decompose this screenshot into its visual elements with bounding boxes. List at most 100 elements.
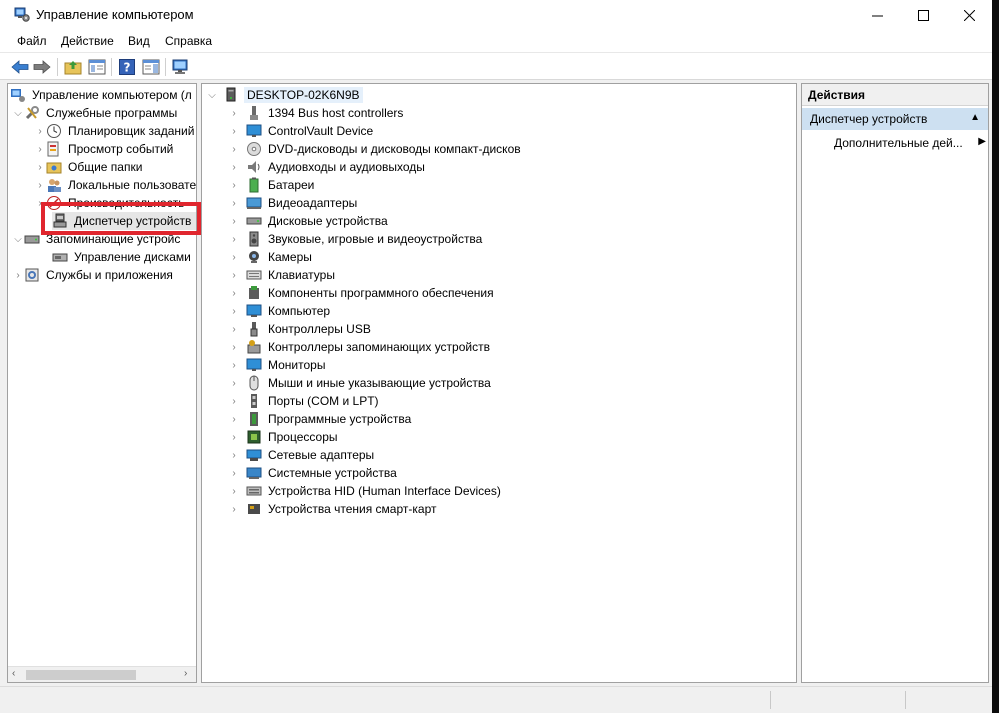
- device-category-label: Компьютер: [268, 304, 331, 318]
- chevron-down-icon[interactable]: ⌵: [12, 104, 24, 122]
- more-actions-item[interactable]: Дополнительные дей... ▶: [834, 136, 986, 150]
- chevron-right-icon[interactable]: ›: [228, 230, 240, 248]
- device-category-item[interactable]: › Устройства чтения смарт-карт: [228, 500, 438, 518]
- chevron-right-icon[interactable]: ›: [228, 302, 240, 320]
- horizontal-scrollbar[interactable]: ‹ ›: [8, 666, 196, 682]
- tree-item-services[interactable]: › Службы и приложения: [12, 266, 175, 284]
- cpu-icon: [247, 430, 261, 444]
- device-category-item[interactable]: › Порты (COM и LPT): [228, 392, 381, 410]
- chevron-right-icon[interactable]: ›: [12, 266, 24, 284]
- menu-file[interactable]: Файл: [17, 34, 47, 48]
- device-category-item[interactable]: › DVD-дисководы и дисководы компакт-диско…: [228, 140, 523, 158]
- tree-item-event-viewer[interactable]: › Просмотр событий: [34, 140, 175, 158]
- chevron-right-icon[interactable]: ›: [228, 284, 240, 302]
- menu-action[interactable]: Действие: [61, 34, 114, 48]
- back-button[interactable]: [10, 57, 30, 77]
- tree-item-system-tools[interactable]: ⌵ Служебные программы: [12, 104, 179, 122]
- device-category-item[interactable]: › Компоненты программного обеспечения: [228, 284, 496, 302]
- scan-hardware-button[interactable]: [171, 57, 191, 77]
- storage-icon: [24, 235, 40, 244]
- tree-item-task-scheduler[interactable]: › Планировщик заданий: [34, 122, 196, 140]
- chevron-right-icon[interactable]: ›: [228, 104, 240, 122]
- software-component-icon: [249, 286, 259, 299]
- device-category-item[interactable]: › 1394 Bus host controllers: [228, 104, 405, 122]
- chevron-right-icon[interactable]: ›: [34, 158, 46, 176]
- forward-button[interactable]: [32, 57, 52, 77]
- device-category-item[interactable]: › Видеоадаптеры: [228, 194, 359, 212]
- device-category-item[interactable]: › Сетевые адаптеры: [228, 446, 376, 464]
- device-tree-pane[interactable]: ⌵ DESKTOP-02K6N9B › 1394 Bus host control…: [201, 83, 797, 683]
- disk-icon: [246, 217, 262, 225]
- computer-management-icon: [11, 89, 25, 102]
- chevron-right-icon[interactable]: ›: [228, 320, 240, 338]
- chevron-right-icon[interactable]: ›: [34, 176, 46, 194]
- scroll-right-icon[interactable]: ›: [184, 668, 187, 679]
- chevron-right-icon[interactable]: ›: [228, 374, 240, 392]
- chevron-right-icon[interactable]: ›: [228, 410, 240, 428]
- maximize-button[interactable]: [900, 0, 946, 30]
- show-hide-action-pane-button[interactable]: [141, 57, 161, 77]
- chevron-right-icon[interactable]: ›: [228, 356, 240, 374]
- menu-view[interactable]: Вид: [128, 34, 150, 48]
- device-category-label: Камеры: [268, 250, 312, 264]
- console-tree-pane[interactable]: Управление компьютером (л ⌵ Служебные пр…: [7, 83, 197, 683]
- tree-item-disk-management[interactable]: Управление дисками: [52, 248, 193, 266]
- collapse-up-icon[interactable]: ▲: [970, 112, 980, 123]
- device-category-item[interactable]: › Звуковые, игровые и видеоустройства: [228, 230, 484, 248]
- device-category-item[interactable]: › Программные устройства: [228, 410, 413, 428]
- chevron-down-icon[interactable]: ⌵: [206, 86, 218, 104]
- status-bar: [0, 686, 992, 713]
- tree-item-shared-folders[interactable]: › Общие папки: [34, 158, 144, 176]
- help-button[interactable]: ?: [117, 57, 137, 77]
- scrollbar-thumb[interactable]: [26, 670, 136, 680]
- device-category-item[interactable]: › Камеры: [228, 248, 314, 266]
- tree-item-root[interactable]: Управление компьютером (л: [10, 86, 194, 104]
- computer-management-window: Управление компьютером Файл Действие Вид…: [0, 0, 992, 713]
- back-arrow-icon: [11, 60, 29, 74]
- chevron-right-icon[interactable]: ›: [228, 266, 240, 284]
- device-category-item[interactable]: › ControlVault Device: [228, 122, 375, 140]
- device-category-item[interactable]: › Мыши и иные указывающие устройства: [228, 374, 493, 392]
- device-category-label: Контроллеры запоминающих устройств: [268, 340, 490, 354]
- chevron-right-icon[interactable]: ›: [228, 446, 240, 464]
- device-category-item[interactable]: › Мониторы: [228, 356, 327, 374]
- minimize-button[interactable]: [854, 0, 900, 30]
- device-category-item[interactable]: › Клавиатуры: [228, 266, 337, 284]
- device-category-item[interactable]: › Компьютер: [228, 302, 332, 320]
- chevron-right-icon[interactable]: ›: [228, 122, 240, 140]
- tree-item-local-users[interactable]: › Локальные пользовате: [34, 176, 196, 194]
- chevron-right-icon[interactable]: ›: [228, 140, 240, 158]
- device-category-item[interactable]: › Контроллеры запоминающих устройств: [228, 338, 492, 356]
- up-one-level-button[interactable]: [63, 57, 83, 77]
- menu-help[interactable]: Справка: [165, 34, 212, 48]
- chevron-right-icon[interactable]: ›: [228, 338, 240, 356]
- device-category-item[interactable]: › Устройства HID (Human Interface Devices…: [228, 482, 503, 500]
- chevron-right-icon[interactable]: ›: [228, 248, 240, 266]
- chevron-right-icon[interactable]: ›: [34, 140, 46, 158]
- chevron-right-icon[interactable]: ›: [228, 482, 240, 500]
- chevron-right-icon[interactable]: ›: [228, 212, 240, 230]
- device-category-item[interactable]: › Процессоры: [228, 428, 340, 446]
- device-category-item[interactable]: › Дисковые устройства: [228, 212, 390, 230]
- chevron-down-icon[interactable]: ⌵: [12, 230, 24, 248]
- chevron-right-icon[interactable]: ›: [34, 122, 46, 140]
- chevron-right-icon[interactable]: ›: [228, 428, 240, 446]
- device-tree-root[interactable]: ⌵ DESKTOP-02K6N9B: [206, 86, 363, 104]
- device-category-item[interactable]: › Батареи: [228, 176, 316, 194]
- device-category-item[interactable]: › Контроллеры USB: [228, 320, 373, 338]
- title-bar[interactable]: Управление компьютером: [0, 0, 992, 30]
- chevron-right-icon[interactable]: ›: [228, 194, 240, 212]
- chevron-right-icon[interactable]: ›: [228, 176, 240, 194]
- usb-icon: [250, 322, 258, 337]
- show-hide-console-tree-button[interactable]: [87, 57, 107, 77]
- actions-header: Действия: [802, 84, 988, 106]
- device-category-item[interactable]: › Системные устройства: [228, 464, 399, 482]
- chevron-right-icon[interactable]: ›: [228, 158, 240, 176]
- close-button[interactable]: [946, 0, 992, 30]
- chevron-right-icon[interactable]: ›: [228, 392, 240, 410]
- scroll-left-icon[interactable]: ‹: [12, 668, 15, 679]
- chevron-right-icon[interactable]: ›: [228, 500, 240, 518]
- actions-section-device-manager[interactable]: Диспетчер устройств ▲: [802, 108, 988, 130]
- device-category-item[interactable]: › Аудиовходы и аудиовыходы: [228, 158, 427, 176]
- chevron-right-icon[interactable]: ›: [228, 464, 240, 482]
